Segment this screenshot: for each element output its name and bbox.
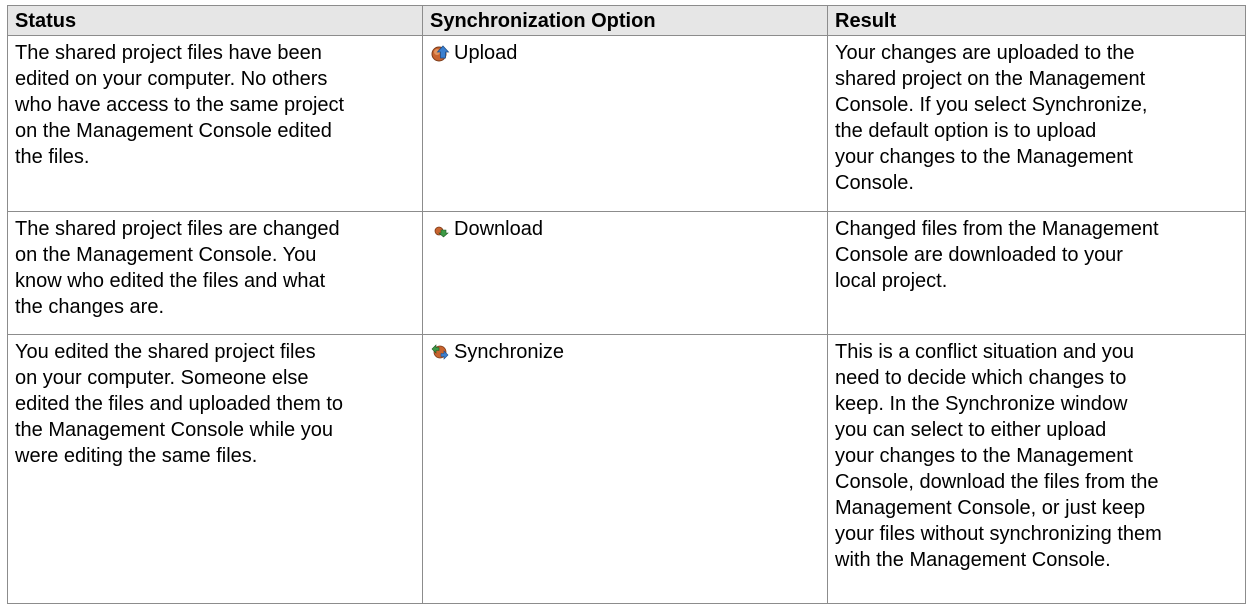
upload-icon <box>430 43 450 63</box>
header-synchronization-option: Synchronization Option <box>422 5 828 36</box>
option-synchronize: Synchronize <box>430 339 820 365</box>
header-result: Result <box>827 5 1246 36</box>
table-row: You edited the shared project files on y… <box>7 334 1246 604</box>
option-label: Download <box>454 218 543 240</box>
option-download: Download <box>430 216 820 242</box>
status-cell: The shared project files have been edite… <box>7 35 423 212</box>
option-cell: Download <box>422 211 828 335</box>
status-text: The shared project files have been edite… <box>15 42 345 168</box>
table-header-row: Status Synchronization Option Result <box>7 5 1246 36</box>
header-status: Status <box>7 5 423 36</box>
option-label: Synchronize <box>454 341 565 363</box>
status-cell: You edited the shared project files on y… <box>7 334 423 604</box>
result-text: Changed files from the Management Consol… <box>835 218 1159 292</box>
result-cell: Your changes are uploaded to the shared … <box>827 35 1246 212</box>
synchronize-icon <box>430 342 450 362</box>
result-cell: Changed files from the Management Consol… <box>827 211 1246 335</box>
status-text: The shared project files are changed on … <box>15 218 340 318</box>
synchronization-options-table: Status Synchronization Option Result The… <box>7 5 1246 604</box>
option-cell: Upload <box>422 35 828 212</box>
table-row: The shared project files have been edite… <box>7 35 1246 212</box>
status-text: You edited the shared project files on y… <box>15 341 344 467</box>
status-cell: The shared project files are changed on … <box>7 211 423 335</box>
table-row: The shared project files are changed on … <box>7 211 1246 335</box>
result-text: Your changes are uploaded to the shared … <box>835 42 1148 194</box>
result-cell: This is a conflict situation and you nee… <box>827 334 1246 604</box>
option-upload: Upload <box>430 40 820 66</box>
download-icon <box>430 219 450 239</box>
option-label: Upload <box>454 42 518 64</box>
result-text: This is a conflict situation and you nee… <box>835 341 1162 571</box>
option-cell: Synchronize <box>422 334 828 604</box>
